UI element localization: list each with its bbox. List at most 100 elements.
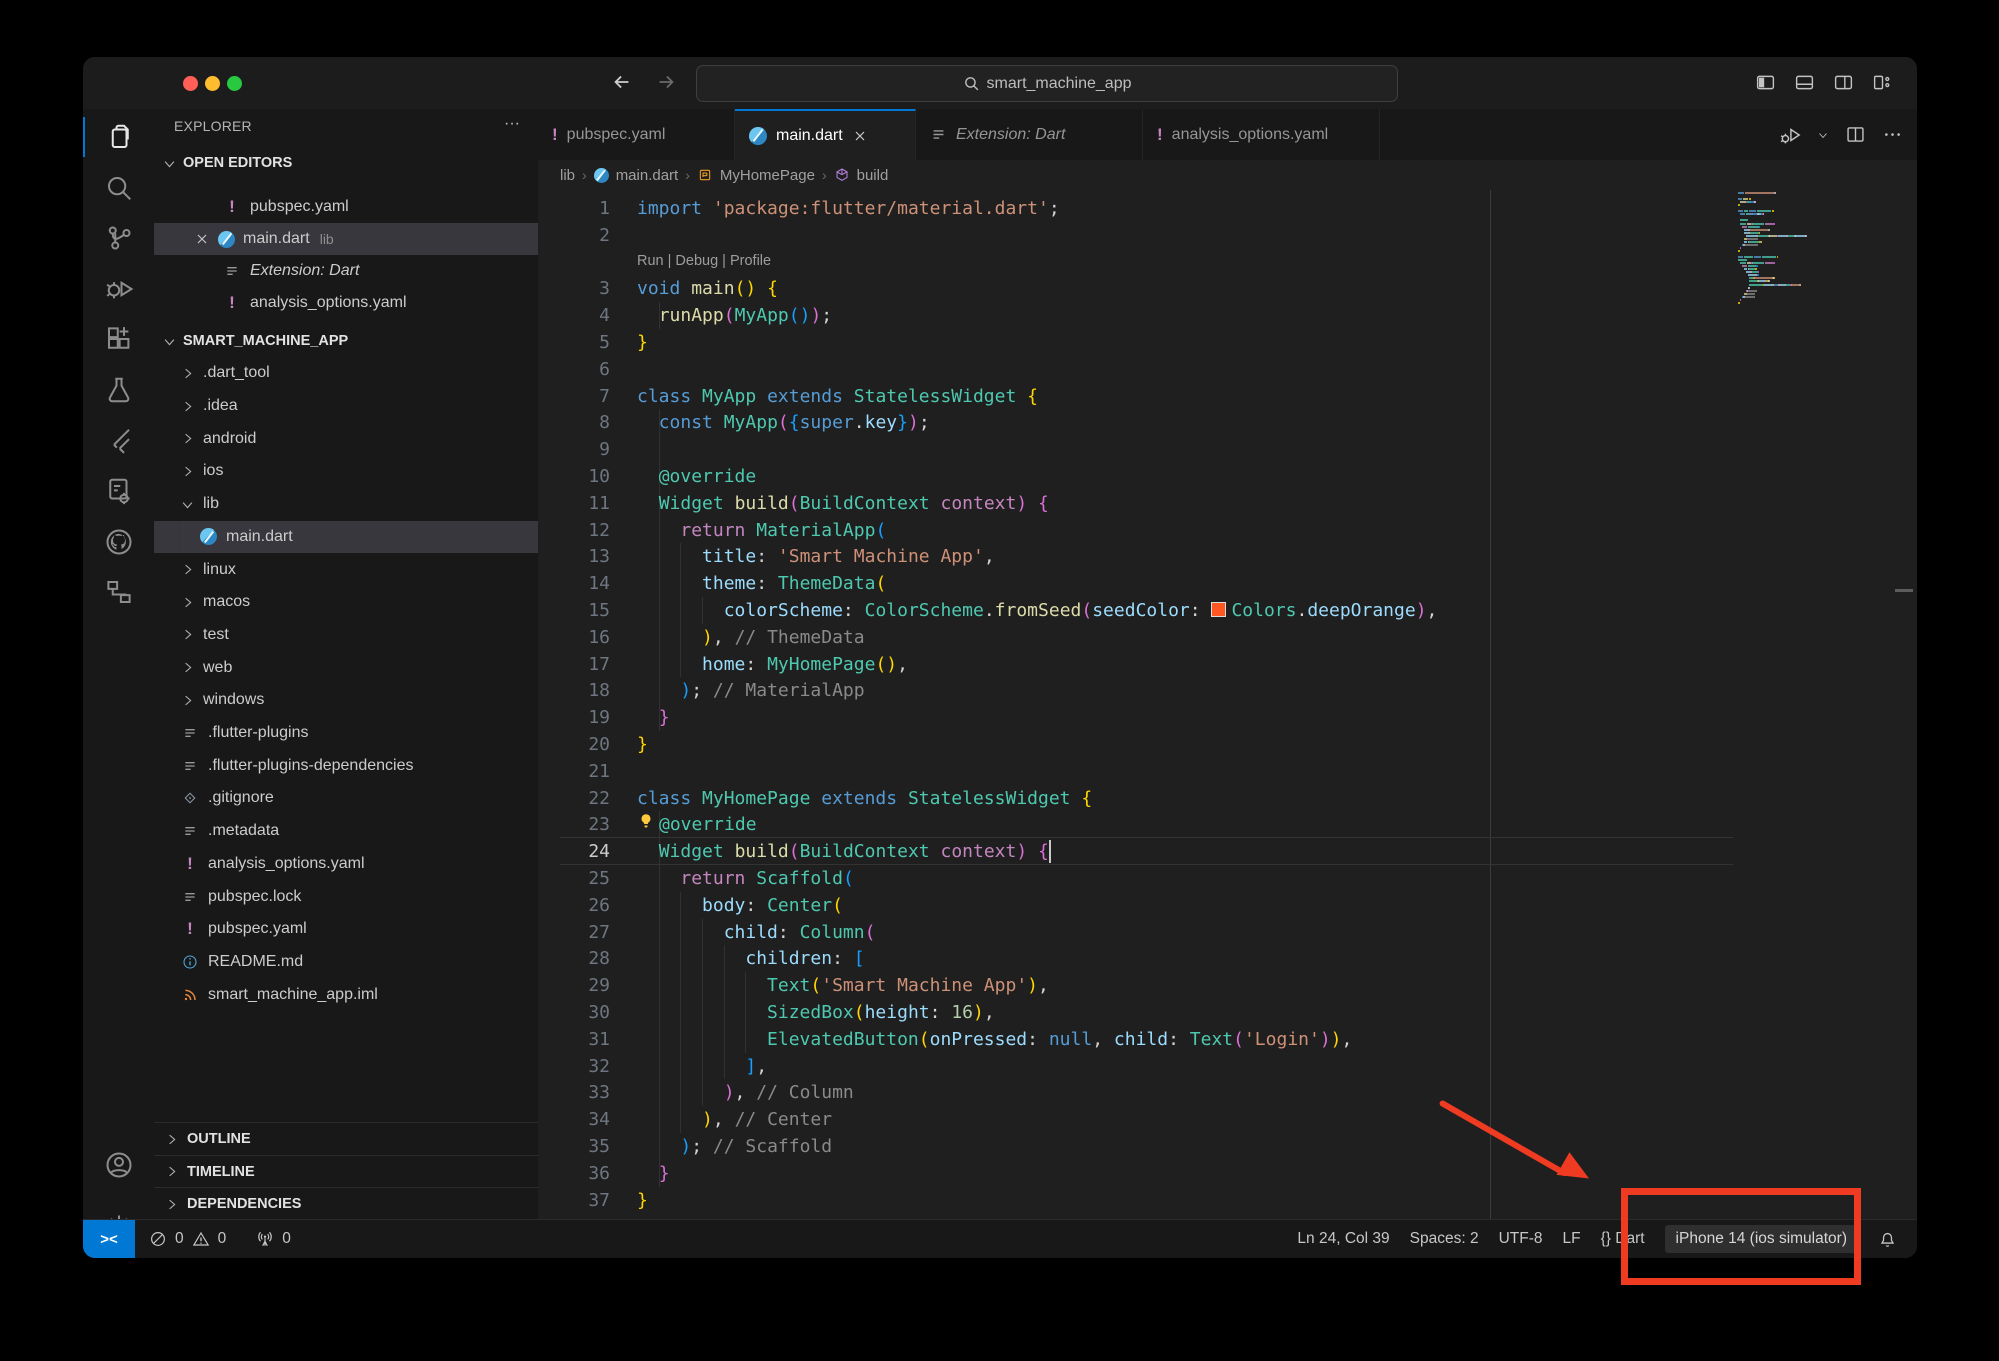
warnings-icon[interactable]: [192, 1230, 210, 1248]
line-number: 19: [538, 704, 610, 731]
open-editor-item[interactable]: !analysis_options.yaml: [154, 287, 538, 319]
breadcrumb-item[interactable]: MyHomePage: [720, 167, 815, 184]
minimize-window-button[interactable]: [205, 76, 220, 91]
tab-bar: !pubspec.yamlmain.dartExtension: Dart!an…: [538, 109, 1917, 160]
ports-icon[interactable]: [256, 1230, 274, 1248]
toggle-sidebar-icon[interactable]: [1755, 72, 1776, 93]
more-actions-icon[interactable]: [1882, 124, 1903, 145]
line-number: 17: [538, 651, 610, 678]
search-value: smart_machine_app: [987, 75, 1132, 93]
tree-file-pubspec.lock[interactable]: pubspec.lock: [154, 880, 538, 913]
maximize-window-button[interactable]: [227, 76, 242, 91]
back-icon[interactable]: [611, 71, 633, 93]
open-editor-item[interactable]: Extension: Dart: [154, 255, 538, 287]
error-count[interactable]: 0: [175, 1230, 184, 1248]
tree-file-.flutter-plugins[interactable]: .flutter-plugins: [154, 717, 538, 750]
tree-folder-linux[interactable]: linux: [154, 553, 538, 586]
tree-folder-test[interactable]: test: [154, 619, 538, 652]
status-encoding[interactable]: UTF-8: [1499, 1230, 1543, 1248]
status-eol[interactable]: LF: [1563, 1230, 1581, 1248]
code-line-19: }: [637, 704, 670, 731]
close-tab-icon[interactable]: [852, 128, 868, 144]
tree-folder-windows[interactable]: windows: [154, 684, 538, 717]
command-center-search[interactable]: smart_machine_app: [696, 65, 1398, 102]
tab-analysis-options-yaml[interactable]: !analysis_options.yaml: [1143, 109, 1380, 160]
activity-item-flutter[interactable]: [83, 417, 154, 465]
tree-item-label: ios: [203, 462, 223, 480]
workspace-header[interactable]: SMART_MACHINE_APP: [154, 325, 538, 357]
tree-folder-.idea[interactable]: .idea: [154, 390, 538, 423]
activity-item-source-control[interactable]: [83, 214, 154, 262]
explorer-more-actions-icon[interactable]: ···: [504, 115, 520, 133]
notifications-bell-icon[interactable]: [1878, 1230, 1897, 1249]
activity-item-run-and-debug[interactable]: [83, 265, 154, 313]
activity-item-project-structure[interactable]: [83, 568, 154, 616]
split-editor-icon[interactable]: [1845, 124, 1866, 145]
breadcrumb-item[interactable]: build: [857, 167, 889, 184]
code-line-3: void main() {: [637, 275, 778, 302]
breadcrumb[interactable]: lib›main.dart›MyHomePage›build: [560, 160, 888, 190]
tree-file-pubspec.yaml[interactable]: !pubspec.yaml: [154, 913, 538, 946]
activity-item-extensions[interactable]: [83, 315, 154, 363]
tree-folder-ios[interactable]: ios: [154, 455, 538, 488]
tree-file-.metadata[interactable]: .metadata: [154, 815, 538, 848]
tree-folder-lib[interactable]: lib: [154, 488, 538, 521]
close-icon[interactable]: [194, 231, 210, 247]
toggle-panel-icon[interactable]: [1794, 72, 1815, 93]
code-line-30: SizedBox(height: 16),: [637, 999, 995, 1026]
codelens-run-debug-profile[interactable]: Run | Debug | Profile: [637, 249, 771, 276]
customize-layout-icon[interactable]: [1872, 72, 1893, 93]
section-dependencies[interactable]: DEPENDENCIES: [154, 1187, 538, 1220]
tab-Extension--Dart[interactable]: Extension: Dart: [916, 109, 1143, 160]
tree-file-.flutter-plugins-dependencies[interactable]: .flutter-plugins-dependencies: [154, 749, 538, 782]
open-editor-item[interactable]: main.dartlib: [154, 223, 538, 255]
text-cursor: [1049, 840, 1051, 863]
run-debug-icon[interactable]: [1779, 124, 1801, 146]
breadcrumb-item[interactable]: lib: [560, 167, 575, 184]
status-cursor-position[interactable]: Ln 24, Col 39: [1297, 1230, 1389, 1248]
tab-main-dart[interactable]: main.dart: [735, 109, 916, 160]
activity-item-github[interactable]: [83, 518, 154, 566]
chevron-down-icon[interactable]: [1817, 129, 1829, 141]
section-timeline[interactable]: TIMELINE: [154, 1155, 538, 1188]
activity-item-testing[interactable]: [83, 366, 154, 414]
chevron-right-icon: [180, 366, 195, 381]
line-number: 4: [538, 302, 610, 329]
tree-folder-web[interactable]: web: [154, 651, 538, 684]
activity-item-account[interactable]: [83, 1141, 154, 1189]
remote-indicator[interactable]: ><: [83, 1220, 135, 1258]
code-line-23: @override: [637, 811, 757, 838]
breadcrumb-item[interactable]: main.dart: [616, 167, 679, 184]
ports-count[interactable]: 0: [282, 1230, 291, 1248]
line-number: 28: [538, 945, 610, 972]
close-window-button[interactable]: [183, 76, 198, 91]
tree-file-smart_machine_app.iml[interactable]: smart_machine_app.iml: [154, 978, 538, 1011]
forward-icon[interactable]: [655, 71, 677, 93]
tree-folder-android[interactable]: android: [154, 422, 538, 455]
source-control-icon: [104, 223, 134, 253]
tree-folder-macos[interactable]: macos: [154, 586, 538, 619]
open-editors-header[interactable]: OPEN EDITORS: [154, 147, 538, 179]
activity-item-explorer[interactable]: [83, 113, 154, 161]
activity-item-dart-tools[interactable]: [83, 467, 154, 515]
tree-item-label: .gitignore: [208, 789, 274, 807]
tree-folder-.dart_tool[interactable]: .dart_tool: [154, 357, 538, 390]
line-number: 14: [538, 570, 610, 597]
tree-file-README.md[interactable]: README.md: [154, 946, 538, 979]
section-outline[interactable]: OUTLINE: [154, 1122, 538, 1155]
activity-item-search[interactable]: [83, 164, 154, 212]
warning-count[interactable]: 0: [218, 1230, 227, 1248]
errors-icon[interactable]: [149, 1230, 167, 1248]
code-editor[interactable]: 1import 'package:flutter/material.dart';…: [538, 190, 1917, 1220]
tree-item-label: README.md: [208, 953, 303, 971]
toggle-secondary-sidebar-icon[interactable]: [1833, 72, 1854, 93]
tree-file-main.dart[interactable]: main.dart: [154, 521, 538, 554]
lightbulb-icon[interactable]: [637, 812, 659, 830]
tree-file-analysis_options.yaml[interactable]: !analysis_options.yaml: [154, 848, 538, 881]
tree-file-.gitignore[interactable]: .gitignore: [154, 782, 538, 815]
open-editor-item[interactable]: !pubspec.yaml: [154, 191, 538, 223]
status-indentation[interactable]: Spaces: 2: [1410, 1230, 1479, 1248]
minimap[interactable]: [1733, 190, 1863, 1220]
flutter-icon: [104, 426, 134, 456]
tab-pubspec-yaml[interactable]: !pubspec.yaml: [538, 109, 735, 160]
